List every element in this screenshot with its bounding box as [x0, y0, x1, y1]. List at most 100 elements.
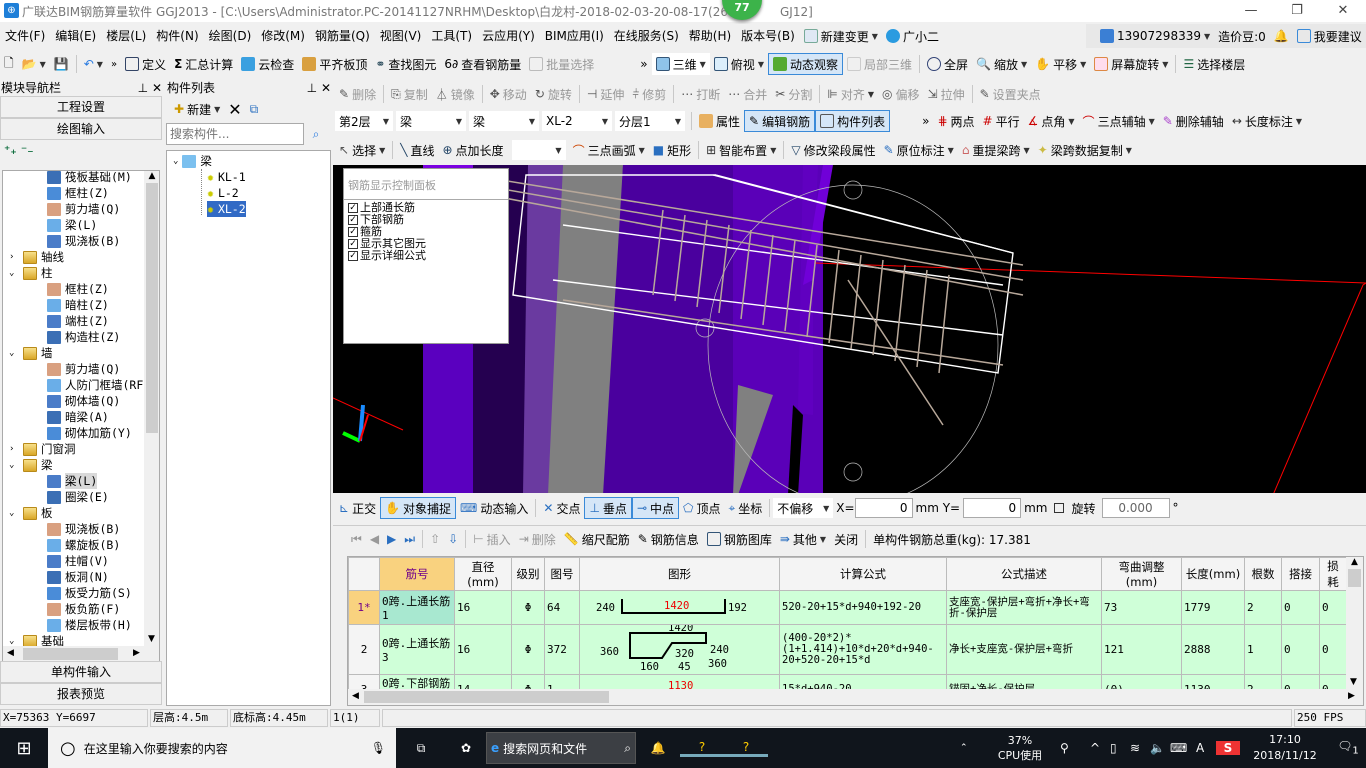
chevron-down-icon[interactable]: ⌄: [9, 633, 19, 646]
save-icon[interactable]: 💾: [50, 53, 73, 75]
arc-mode-select[interactable]: ▼: [511, 140, 566, 160]
draw-button-9[interactable]: ✦ 梁跨数据复制 ▼: [1034, 139, 1136, 161]
cell-row[interactable]: 2: [348, 624, 380, 675]
x-input[interactable]: 0: [854, 498, 913, 518]
cell-diameter[interactable]: 16: [454, 624, 512, 675]
chevron-down-icon[interactable]: ⌄: [9, 505, 19, 521]
column-header[interactable]: 计算公式: [779, 557, 947, 591]
report-preview-button[interactable]: 报表预览: [0, 683, 162, 705]
scroll-left-icon[interactable]: ◀: [7, 648, 14, 658]
horizontal-scrollbar[interactable]: ◀ ▶: [3, 646, 159, 662]
chevron-down-icon[interactable]: ⌄: [9, 457, 19, 473]
nav-tree-item[interactable]: 砌体墙(Q): [47, 393, 120, 409]
app-icon-ggj-2[interactable]: ?: [724, 740, 768, 757]
cell-shape[interactable]: 240 1420 192: [579, 590, 780, 625]
rebar-display-option[interactable]: ✓ 显示详细公式: [348, 250, 504, 262]
pin-icon[interactable]: ⊥: [307, 81, 317, 95]
next-record-icon[interactable]: ▶: [383, 528, 400, 550]
component-search-input[interactable]: [166, 123, 304, 145]
nav-tree-item[interactable]: 暗柱(Z): [47, 297, 109, 313]
3d-viewport[interactable]: 钢筋显示控制面板 ✓ 上部通长筋 ✓ 下部钢筋 ✓ 箍筋 ✓ 显示其它图元 ✓ 显示详细公式: [333, 165, 1366, 493]
cell-count[interactable]: 1: [1244, 624, 1282, 675]
snap-toggle-1[interactable]: ✋ 对象捕捉: [380, 497, 457, 519]
cell-loss[interactable]: 0: [1319, 590, 1347, 625]
tb-screen-rotate[interactable]: 屏幕旋转 ▼: [1090, 53, 1172, 75]
assistant-button[interactable]: 广小二: [882, 25, 943, 47]
draw-button-4[interactable]: ■ 矩形: [649, 139, 695, 161]
new-file-icon[interactable]: 🗋: [0, 53, 18, 75]
nav-tree-item[interactable]: 现浇板(B): [47, 233, 120, 249]
nav-tree-item[interactable]: 柱帽(V): [47, 553, 109, 569]
scroll-down-icon[interactable]: ▼: [1350, 677, 1357, 687]
browser-search-box[interactable]: e 搜索网页和文件 ⌕: [486, 732, 636, 764]
app-pinwheel-icon[interactable]: ✿: [446, 741, 486, 755]
action-center-icon[interactable]: 🗨1: [1330, 739, 1366, 756]
edit-button-8[interactable]: ⋯ 合并: [724, 83, 771, 105]
nav-tree-item[interactable]: 端柱(Z): [47, 313, 109, 329]
tb-view-rebar[interactable]: 6∂ 查看钢筋量: [440, 53, 525, 75]
tb-pan[interactable]: ✋ 平移 ▼: [1031, 53, 1090, 75]
cell-loss[interactable]: 0: [1319, 624, 1347, 675]
wifi-icon[interactable]: ≋: [1130, 741, 1150, 755]
nav-tree-folder[interactable]: ⌄ 梁: [9, 457, 53, 473]
menu-item[interactable]: 帮助(H): [684, 24, 736, 48]
chevron-right-icon[interactable]: ›: [9, 441, 19, 457]
new-component-button[interactable]: ✚ 新建 ▼: [170, 98, 224, 120]
rebar-info-button[interactable]: ✎ 钢筋信息: [634, 528, 703, 550]
edit-button-6[interactable]: ⫩ 修剪: [628, 83, 670, 105]
cell-lap[interactable]: 0: [1281, 624, 1320, 675]
edit-button-11[interactable]: ◎ 偏移: [878, 83, 924, 105]
overflow-icon[interactable]: »: [107, 53, 121, 75]
column-header[interactable]: 损耗: [1319, 557, 1347, 591]
column-header[interactable]: 图形: [579, 557, 780, 591]
tb-summary-calc[interactable]: Σ 汇总计算: [170, 53, 237, 75]
axis-button-0[interactable]: ⋕ 两点: [933, 110, 978, 132]
snap-toggle-5[interactable]: ⊸ 中点: [631, 497, 680, 519]
pin-icon[interactable]: ⊥: [138, 81, 148, 95]
scroll-up-icon[interactable]: ▲: [144, 171, 159, 181]
scroll-thumb[interactable]: [146, 183, 158, 433]
component-item[interactable]: ✹ L-2: [207, 185, 239, 201]
nav-tree-folder[interactable]: › 门窗洞: [9, 441, 76, 457]
snap-toggle-6[interactable]: ⬠ 顶点: [679, 497, 724, 519]
scroll-thumb[interactable]: [1348, 569, 1361, 587]
taskbar-search[interactable]: ○ 在这里输入你要搜索的内容 🎙: [48, 728, 396, 768]
cell-formula[interactable]: 520-20+15*d+940+192-20: [779, 590, 947, 625]
type-select[interactable]: 梁 ▼: [396, 111, 466, 131]
cell-desc[interactable]: 支座宽-保护层+弯折+净长+弯折-保护层: [946, 590, 1102, 625]
cell-diameter[interactable]: 16: [454, 590, 512, 625]
close-button[interactable]: ✕: [1320, 0, 1366, 22]
axis-button-1[interactable]: # 平行: [979, 110, 1024, 132]
draw-button-3[interactable]: ⌒ 三点画弧 ▼: [569, 139, 649, 161]
user-account[interactable]: 13907298339 ▼: [1096, 25, 1214, 47]
menu-item[interactable]: 修改(M): [256, 24, 310, 48]
floor-select[interactable]: 第2层 ▼: [335, 111, 393, 131]
column-header[interactable]: 公式描述: [946, 557, 1102, 591]
last-record-icon[interactable]: ⏭: [400, 528, 419, 550]
nav-tree-item[interactable]: 框柱(Z): [47, 185, 109, 201]
nav-tree-item[interactable]: 板受力筋(S): [47, 585, 132, 601]
menu-item[interactable]: 版本号(B): [736, 24, 800, 48]
rebar-library-button[interactable]: 钢筋图库: [703, 528, 776, 550]
menu-item[interactable]: 在线服务(S): [609, 24, 684, 48]
task-view-icon[interactable]: ⧉: [396, 741, 446, 756]
scroll-up-icon[interactable]: ▲: [1346, 557, 1363, 567]
undo-icon[interactable]: ↶ ▼: [80, 53, 107, 75]
scroll-right-icon[interactable]: ▶: [1348, 691, 1355, 701]
scroll-down-icon[interactable]: ▼: [148, 634, 155, 644]
chevron-down-icon[interactable]: ⌄: [9, 265, 19, 281]
close-panel-icon[interactable]: ✕: [152, 81, 162, 95]
subtype-select[interactable]: 梁 ▼: [469, 111, 539, 131]
bell-icon[interactable]: 🔔: [1270, 25, 1293, 47]
column-header[interactable]: 直径(mm): [454, 557, 512, 591]
cell-grade[interactable]: Φ: [511, 624, 545, 675]
checkbox[interactable]: ✓: [348, 227, 358, 237]
chevron-right-icon[interactable]: ›: [9, 249, 19, 265]
tb-select-floor[interactable]: ☰ 选择楼层: [1179, 53, 1249, 75]
cell-bend[interactable]: 121: [1101, 624, 1182, 675]
vertical-scrollbar[interactable]: ▲ ▼: [144, 171, 159, 646]
snap-toggle-2[interactable]: ⌨ 动态输入: [456, 497, 532, 519]
edit-button-13[interactable]: ✎ 设置夹点: [976, 83, 1045, 105]
chevron-down-icon[interactable]: ⌄: [9, 345, 19, 361]
column-header[interactable]: 筋号: [379, 557, 455, 591]
